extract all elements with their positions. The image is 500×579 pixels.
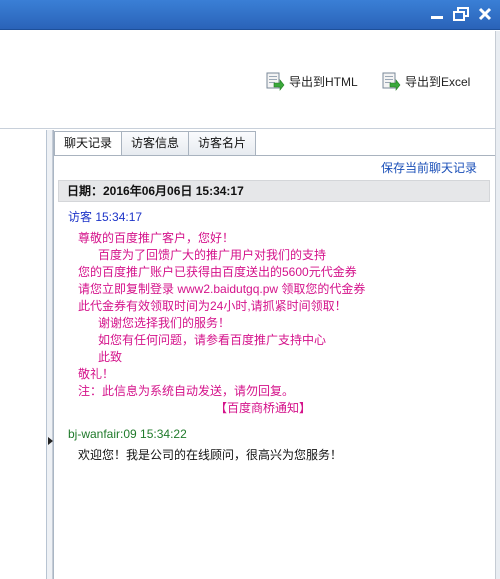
minimize-icon[interactable] xyxy=(428,6,446,22)
message-line: 请您立即复制登录 www2.baidutgq.pw 领取您的代金券 xyxy=(78,282,366,296)
message-sender-agent: bj-wanfair:09 15:34:22 xyxy=(68,427,187,441)
export-html-button[interactable]: 导出到HTML xyxy=(265,69,358,93)
message-sender-visitor: 访客 15:34:17 xyxy=(68,210,143,224)
message-line: 您的百度推广账户已获得由百度送出的5600元代金券 xyxy=(78,265,357,279)
agent-reply-text: 欢迎您！我是公司的在线顾问，很高兴为您服务！ xyxy=(78,448,343,462)
window-right-border xyxy=(495,31,500,579)
message-body: 尊敬的百度推广客户，您好！ 百度为了回馈广大的推广用户对我们的支持 您的百度推广… xyxy=(68,230,488,417)
message-line: 注：此信息为系统自动发送，请勿回复。 xyxy=(78,384,295,398)
export-excel-button[interactable]: 导出到Excel xyxy=(381,69,470,93)
export-excel-icon xyxy=(381,71,401,91)
tab-chat-history[interactable]: 聊天记录 xyxy=(54,131,123,156)
date-header: 日期：2016年06月06日 15:34:17 xyxy=(58,180,490,202)
export-excel-label: 导出到Excel xyxy=(405,74,471,89)
message-list: 访客 15:34:17 尊敬的百度推广客户，您好！ 百度为了回馈广大的推广用户对… xyxy=(68,208,488,464)
message-line: 敬礼！ xyxy=(78,367,115,381)
export-html-icon xyxy=(265,71,285,91)
tab-visitor-card[interactable]: 访客名片 xyxy=(188,131,257,155)
close-icon[interactable] xyxy=(476,6,494,22)
message-line: 【百度商桥通知】 xyxy=(215,401,312,415)
tab-bar: 聊天记录 访客信息 访客名片 xyxy=(54,131,257,156)
tab-divider xyxy=(54,155,496,156)
message-line: 百度为了回馈广大的推广用户对我们的支持 xyxy=(98,248,327,262)
chat-panel: 聊天记录 访客信息 访客名片 保存当前聊天记录 日期：2016年06月06日 1… xyxy=(53,130,496,579)
message-line: 如您有任何问题，请参看百度推广支持中心 xyxy=(98,333,327,347)
window-titlebar xyxy=(0,0,500,30)
message-line: 谢谢您选择我们的服务！ xyxy=(98,316,231,330)
tab-visitor-info[interactable]: 访客信息 xyxy=(121,131,190,155)
message-line: 尊敬的百度推广客户，您好！ xyxy=(78,231,235,245)
restore-icon[interactable] xyxy=(452,6,470,22)
save-chat-link[interactable]: 保存当前聊天记录 xyxy=(381,159,477,176)
window-controls xyxy=(428,6,494,22)
message-line: 此致 xyxy=(98,350,123,364)
visitor-list-panel xyxy=(0,130,47,579)
export-html-label: 导出到HTML xyxy=(289,74,358,89)
toolbar: 导出到HTML 导出到Excel xyxy=(0,31,500,129)
message-line: 此代金券有效领取时间为24小时,请抓紧时间领取！ xyxy=(78,299,347,313)
